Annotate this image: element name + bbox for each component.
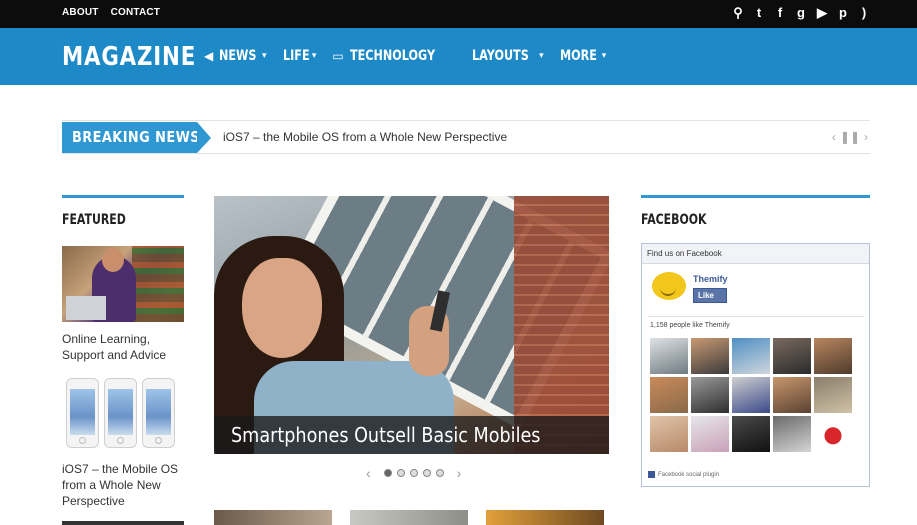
chevron-down-icon: ▾ <box>539 51 544 61</box>
article-thumbnails <box>214 510 604 525</box>
fan-avatar[interactable] <box>650 338 688 374</box>
fan-avatar[interactable] <box>814 416 852 452</box>
fan-avatar[interactable] <box>773 416 811 452</box>
featured-image-online-learning[interactable] <box>62 246 184 322</box>
nav-item-label: NEWS <box>219 48 257 64</box>
nav-item-label: MORE <box>559 48 597 64</box>
facebook-title: FACEBOOK <box>641 212 707 228</box>
slider-dot[interactable] <box>396 469 405 477</box>
slider-dot[interactable] <box>383 469 392 477</box>
top-bar: ABOUT CONTACT ⚲ t f g ▶ p ) <box>0 0 917 28</box>
nav-item-news[interactable]: ◀ NEWS ▾ <box>204 48 267 64</box>
pause-icon[interactable]: ❚❚ <box>840 130 860 144</box>
featured-slider[interactable]: Smartphones Outsell Basic Mobiles <box>214 196 609 454</box>
rss-icon[interactable]: ) <box>857 4 871 22</box>
article-thumbnail[interactable] <box>350 510 468 525</box>
facebook-plugin-label: Facebook social plugin <box>658 471 720 478</box>
contact-link[interactable]: CONTACT <box>111 7 161 18</box>
facebook-like-box: Find us on Facebook Themify Like 1,158 p… <box>641 243 870 487</box>
main-nav: ◀ NEWS ▾ LIFE ▾ ▭ TECHNOLOGY LAYOUTS ▾ M… <box>204 48 622 64</box>
fan-avatar[interactable] <box>650 377 688 413</box>
breaking-news-bar: BREAKING NEWS iOS7 – the Mobile OS from … <box>62 120 870 154</box>
pinterest-icon[interactable]: p <box>836 4 850 22</box>
chevron-right-icon[interactable]: › <box>457 465 462 481</box>
breaking-news-headline[interactable]: iOS7 – the Mobile OS from a Whole New Pe… <box>223 130 507 144</box>
site-logo[interactable]: MAGAZINE <box>62 42 196 72</box>
slider-dot[interactable] <box>422 469 431 477</box>
fan-avatar[interactable] <box>814 338 852 374</box>
facebook-divider <box>641 195 870 198</box>
facebook-like-button[interactable]: Like <box>693 288 727 303</box>
search-icon[interactable]: ⚲ <box>731 4 745 22</box>
nav-item-label: LIFE <box>282 48 310 64</box>
chevron-left-icon[interactable]: ‹ <box>366 465 371 481</box>
chevron-down-icon: ▾ <box>311 51 317 61</box>
nav-item-layouts[interactable]: LAYOUTS ▾ <box>472 48 544 64</box>
chevron-down-icon: ▾ <box>262 51 267 61</box>
fan-avatar[interactable] <box>691 338 729 374</box>
facebook-icon[interactable]: f <box>773 4 787 22</box>
nav-item-technology[interactable]: ▭ TECHNOLOGY <box>332 48 456 64</box>
site-header: MAGAZINE ◀ NEWS ▾ LIFE ▾ ▭ TECHNOLOGY LA… <box>0 28 917 85</box>
youtube-icon[interactable]: ▶ <box>815 4 829 22</box>
facebook-page-name[interactable]: Themify <box>693 274 728 284</box>
chevron-down-icon: ▾ <box>601 51 607 61</box>
fan-avatar[interactable] <box>691 377 729 413</box>
article-thumbnail[interactable] <box>214 510 332 525</box>
about-link[interactable]: ABOUT <box>62 7 99 18</box>
slider-dot[interactable] <box>435 469 444 477</box>
fan-avatar[interactable] <box>732 416 770 452</box>
featured-title: FEATURED <box>62 212 126 228</box>
featured-next-image[interactable] <box>62 521 184 525</box>
article-thumbnail[interactable] <box>486 510 604 525</box>
fan-avatar[interactable] <box>650 416 688 452</box>
facebook-page-avatar[interactable] <box>652 272 688 302</box>
fan-avatar[interactable] <box>691 416 729 452</box>
featured-caption[interactable]: iOS7 – the Mobile OS from a Whole New Pe… <box>62 461 184 509</box>
slider-dot[interactable] <box>409 469 418 477</box>
nav-item-label: LAYOUTS <box>472 48 529 64</box>
facebook-fans-grid <box>650 338 852 452</box>
chevron-left-icon[interactable]: ‹ <box>832 130 836 144</box>
fan-avatar[interactable] <box>773 377 811 413</box>
ticker-controls: ‹ ❚❚ › <box>832 130 868 144</box>
nav-item-life[interactable]: LIFE ▾ <box>283 48 317 64</box>
slider-caption[interactable]: Smartphones Outsell Basic Mobiles <box>214 416 609 454</box>
facebook-icon <box>648 471 655 478</box>
facebook-like-label: Like <box>698 291 715 300</box>
chevron-right-icon[interactable]: › <box>864 130 868 144</box>
facebook-plugin-footer: Facebook social plugin <box>648 471 719 478</box>
slider-controls: ‹ › <box>358 465 469 481</box>
fan-avatar[interactable] <box>732 377 770 413</box>
google-plus-icon[interactable]: g <box>794 4 808 22</box>
featured-divider <box>62 195 184 198</box>
fan-avatar[interactable] <box>773 338 811 374</box>
featured-caption[interactable]: Online Learning, Support and Advice <box>62 331 184 363</box>
featured-image-ios7[interactable] <box>66 378 175 448</box>
fan-avatar[interactable] <box>814 377 852 413</box>
nav-item-label: TECHNOLOGY <box>349 48 435 64</box>
facebook-like-count: 1,158 people like Themify <box>650 322 730 329</box>
laptop-icon: ▭ <box>332 49 344 63</box>
twitter-icon[interactable]: t <box>752 4 766 22</box>
nav-item-more[interactable]: MORE ▾ <box>560 48 607 64</box>
megaphone-icon: ◀ <box>204 49 214 63</box>
breaking-news-label: BREAKING NEWS <box>62 122 211 153</box>
fan-avatar[interactable] <box>732 338 770 374</box>
facebook-box-header[interactable]: Find us on Facebook <box>642 244 869 264</box>
divider <box>648 316 864 317</box>
